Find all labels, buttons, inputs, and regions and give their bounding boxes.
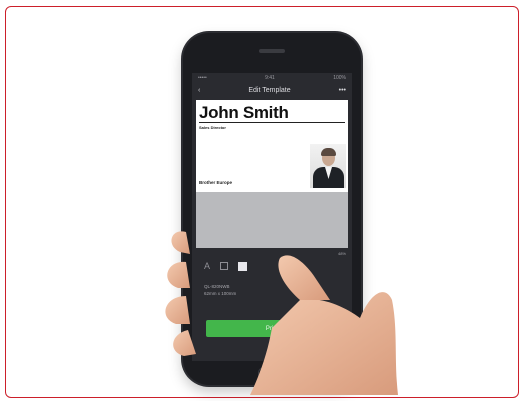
left-finger-2 — [167, 261, 190, 288]
thumb — [278, 255, 330, 300]
left-finger-1 — [171, 231, 190, 254]
left-finger-4 — [173, 330, 196, 356]
hand-illustration — [165, 231, 398, 395]
palm — [250, 292, 398, 395]
left-finger-3 — [165, 296, 190, 324]
